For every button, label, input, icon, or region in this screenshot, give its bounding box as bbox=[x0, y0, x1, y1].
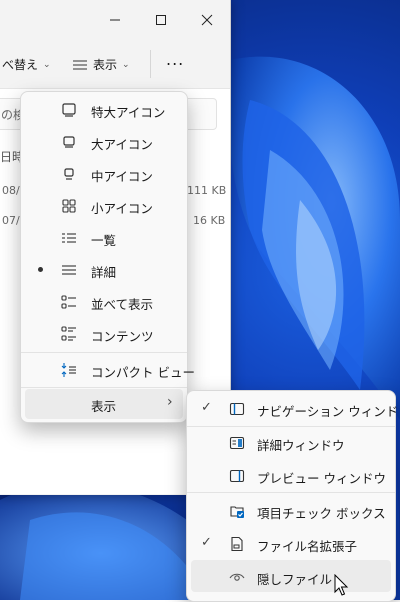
menu-item-compact-view[interactable]: コンパクト ビュー bbox=[21, 354, 195, 386]
checkmark-icon: ✓ bbox=[201, 400, 212, 415]
menu-item-content[interactable]: コンテンツ bbox=[21, 318, 187, 350]
maximize-icon bbox=[156, 15, 166, 25]
submenu-item-label: 項目チェック ボックス bbox=[257, 506, 386, 521]
details-pane-icon bbox=[229, 435, 245, 451]
window-bottom-strip bbox=[0, 466, 190, 494]
command-bar: べ替え ⌄ 表示 ⌄ ... bbox=[0, 40, 230, 88]
submenu-item-item-checkboxes[interactable]: 項目チェック ボックス bbox=[187, 494, 395, 527]
row-date-2: 07/ bbox=[2, 214, 20, 227]
chevron-down-icon: ⌄ bbox=[122, 59, 130, 70]
submenu-item-label: ファイル名拡張子 bbox=[257, 539, 358, 554]
submenu-item-label: プレビュー ウィンドウ bbox=[257, 471, 386, 486]
details-icon bbox=[61, 262, 77, 278]
monitor-xl-icon bbox=[61, 102, 77, 118]
menu-item-list[interactable]: 一覧 bbox=[21, 222, 187, 254]
submenu-item-preview-pane[interactable]: プレビュー ウィンドウ bbox=[187, 459, 395, 492]
selected-bullet-icon bbox=[38, 267, 43, 272]
submenu-item-navigation-pane[interactable]: ✓ ナビゲーション ウィンドウ bbox=[187, 392, 400, 425]
menu-item-label: 大アイコン bbox=[91, 137, 153, 152]
checkmark-icon: ✓ bbox=[201, 535, 212, 550]
chevron-right-icon: › bbox=[167, 394, 173, 410]
chevron-down-icon: ⌄ bbox=[43, 59, 51, 70]
sort-button[interactable]: べ替え ⌄ bbox=[2, 56, 51, 73]
close-button[interactable] bbox=[184, 0, 230, 40]
compact-view-icon bbox=[61, 362, 77, 378]
submenu-item-label: ナビゲーション ウィンドウ bbox=[257, 404, 400, 419]
submenu-item-label: 詳細ウィンドウ bbox=[257, 438, 345, 453]
preview-pane-icon bbox=[229, 468, 245, 484]
menu-item-large-icons[interactable]: 大アイコン bbox=[21, 126, 187, 158]
row-size-1: 111 KB bbox=[187, 184, 227, 197]
view-label: 表示 bbox=[93, 58, 118, 72]
submenu-item-hidden-files[interactable]: 隠しファイル bbox=[191, 560, 391, 592]
title-bar bbox=[0, 0, 230, 40]
view-button[interactable]: 表示 ⌄ bbox=[72, 56, 130, 73]
item-checkbox-icon bbox=[229, 503, 245, 519]
submenu-item-label: 隠しファイル bbox=[257, 572, 333, 587]
file-extension-icon bbox=[229, 536, 245, 552]
view-menu: 特大アイコン 大アイコン 中アイコン 小アイコン 一覧 詳細 並べて表示 コンテ… bbox=[20, 91, 195, 423]
menu-item-label: コンパクト ビュー bbox=[91, 365, 195, 380]
minimize-icon bbox=[110, 19, 120, 21]
monitor-l-icon bbox=[61, 134, 77, 150]
more-options-button[interactable]: ... bbox=[166, 50, 184, 69]
sort-label: べ替え bbox=[2, 58, 39, 72]
small-icons-grid-icon bbox=[61, 198, 77, 214]
menu-item-show[interactable]: 表示 › bbox=[25, 389, 183, 419]
menu-item-label: 中アイコン bbox=[91, 169, 153, 184]
menu-item-small-icons[interactable]: 小アイコン bbox=[21, 190, 187, 222]
menu-item-label: 一覧 bbox=[91, 233, 117, 248]
menu-divider bbox=[21, 352, 187, 353]
menu-item-label: コンテンツ bbox=[91, 329, 154, 344]
show-submenu: ✓ ナビゲーション ウィンドウ 詳細ウィンドウ プレビュー ウィンドウ 項目チェ… bbox=[186, 390, 400, 602]
menu-item-details[interactable]: 詳細 bbox=[21, 254, 187, 286]
list-icon bbox=[61, 230, 77, 246]
row-size-2: 16 KB bbox=[193, 214, 226, 227]
menu-item-label: 詳細 bbox=[91, 265, 117, 280]
menu-divider bbox=[21, 387, 187, 388]
menu-item-label: 特大アイコン bbox=[91, 105, 166, 120]
monitor-m-icon bbox=[61, 166, 77, 182]
menu-item-label: 小アイコン bbox=[91, 201, 153, 216]
content-icon bbox=[61, 326, 77, 342]
view-lines-icon bbox=[73, 60, 87, 69]
row-date-1: 08/ bbox=[2, 184, 20, 197]
menu-item-extra-large-icons[interactable]: 特大アイコン bbox=[21, 94, 187, 126]
menu-item-medium-icons[interactable]: 中アイコン bbox=[21, 158, 187, 190]
menu-item-label: 並べて表示 bbox=[91, 297, 154, 312]
minimize-button[interactable] bbox=[92, 0, 138, 40]
menu-item-label: 表示 bbox=[91, 399, 117, 414]
menu-item-tiles[interactable]: 並べて表示 bbox=[21, 286, 187, 318]
close-icon bbox=[201, 14, 213, 26]
eye-icon bbox=[229, 569, 245, 585]
submenu-divider bbox=[187, 492, 395, 493]
navigation-pane-icon bbox=[229, 401, 245, 417]
tiles-icon bbox=[61, 294, 77, 310]
more-icon: ... bbox=[166, 50, 185, 69]
submenu-item-file-name-extensions[interactable]: ✓ ファイル名拡張子 bbox=[187, 527, 395, 560]
toolbar-divider bbox=[150, 50, 151, 78]
submenu-item-details-pane[interactable]: 詳細ウィンドウ bbox=[187, 426, 395, 459]
maximize-button[interactable] bbox=[138, 0, 184, 40]
mouse-pointer-icon bbox=[334, 574, 349, 596]
